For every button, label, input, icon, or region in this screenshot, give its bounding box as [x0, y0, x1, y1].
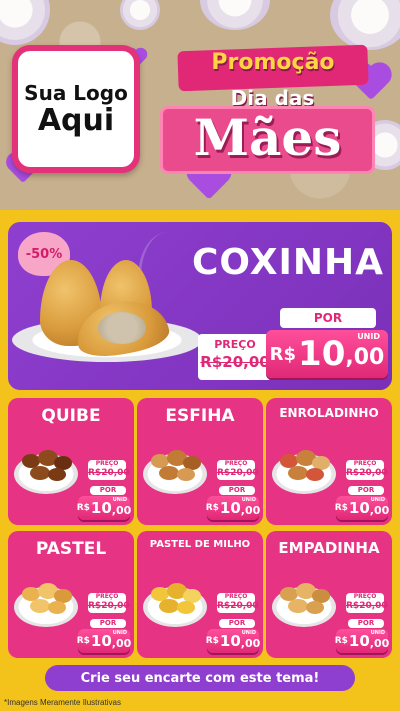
- logo-placeholder[interactable]: Sua Logo Aqui: [12, 45, 140, 173]
- por-label: POR: [90, 619, 126, 628]
- product-name: PASTEL: [35, 539, 107, 559]
- discount-text: -50%: [25, 246, 63, 262]
- old-price: R$20,00: [217, 468, 259, 478]
- old-price: R$20,00: [346, 468, 388, 478]
- new-price: R$ 10 ,00 UNID: [206, 496, 260, 520]
- new-price: R$ 10 ,00 UNID: [77, 629, 131, 653]
- old-price-tag: PREÇO R$20,00: [88, 460, 130, 480]
- por-label: POR: [90, 486, 126, 495]
- product-card[interactable]: ENROLADINHO PREÇO R$20,00 POR R$ 10 ,00 …: [266, 398, 392, 525]
- logo-line2: Aqui: [37, 102, 115, 138]
- new-price: R$ 10 ,00 UNID: [77, 496, 131, 520]
- featured-product-card[interactable]: -50% COXINHA PREÇO R$20,00 POR R$ 10 ,00…: [8, 222, 392, 390]
- old-price-tag: PREÇO R$20,00: [217, 593, 259, 613]
- disclaimer-text: *Imagens Meramente Ilustrativas: [4, 698, 121, 707]
- promo-main-title: Mães: [193, 108, 342, 167]
- por-label: POR: [219, 619, 255, 628]
- por-label: POR: [348, 486, 384, 495]
- product-name: QUIBE: [41, 406, 101, 426]
- old-price: R$20,00: [88, 468, 130, 478]
- product-card[interactable]: PASTEL DE MILHO PREÇO R$20,00 POR R$ 10 …: [137, 531, 263, 658]
- product-card[interactable]: ESFIHA PREÇO R$20,00 POR R$ 10 ,00 UNID: [137, 398, 263, 525]
- old-price-tag: PREÇO R$20,00: [198, 334, 272, 380]
- featured-product-name: COXINHA: [191, 242, 384, 283]
- new-price: R$ 10 ,00 UNID: [266, 330, 388, 378]
- product-name: ESFIHA: [165, 406, 235, 426]
- por-label: POR: [219, 486, 255, 495]
- product-name: EMPADINHA: [278, 539, 380, 557]
- product-card[interactable]: QUIBE PREÇO R$20,00 POR R$ 10 ,00 UNID: [8, 398, 134, 525]
- old-price: R$20,00: [217, 601, 259, 611]
- por-label: POR: [348, 619, 384, 628]
- old-price: R$20,00: [88, 601, 130, 611]
- old-price-tag: PREÇO R$20,00: [88, 593, 130, 613]
- product-card[interactable]: EMPADINHA PREÇO R$20,00 POR R$ 10 ,00 UN…: [266, 531, 392, 658]
- cta-button[interactable]: Crie seu encarte com este tema!: [45, 665, 355, 691]
- old-price-tag: PREÇO R$20,00: [346, 593, 388, 613]
- new-price: R$ 10 ,00 UNID: [335, 629, 389, 653]
- product-name: PASTEL DE MILHO: [149, 539, 251, 550]
- logo-line1: Sua Logo: [24, 80, 128, 105]
- header-banner: Sua Logo Aqui Promoção Dia das Mães: [0, 0, 400, 210]
- product-name: ENROLADINHO: [279, 406, 379, 420]
- product-card[interactable]: PASTEL PREÇO R$20,00 POR R$ 10 ,00 UNID: [8, 531, 134, 658]
- por-label: POR: [280, 308, 376, 328]
- promo-title: Promoção: [211, 50, 335, 75]
- promo-title-block: Promoção Dia das Mães: [160, 44, 380, 178]
- new-price: R$ 10 ,00 UNID: [206, 629, 260, 653]
- old-price-tag: PREÇO R$20,00: [217, 460, 259, 480]
- old-price: R$20,00: [200, 353, 270, 371]
- old-price: R$20,00: [346, 601, 388, 611]
- old-price-tag: PREÇO R$20,00: [346, 460, 388, 480]
- new-price: R$ 10 ,00 UNID: [335, 496, 389, 520]
